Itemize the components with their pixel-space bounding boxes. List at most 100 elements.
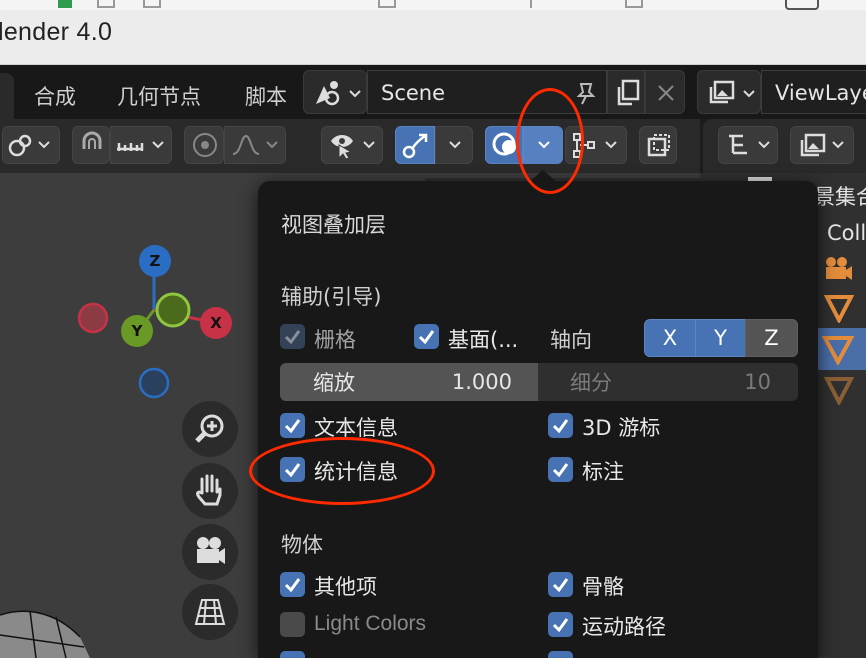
floor-label: 基面(... xyxy=(448,328,519,352)
tab-geometry-nodes[interactable]: 几何节点 xyxy=(117,81,201,111)
toolbar-icon xyxy=(530,0,548,8)
viewport-overlays-popover: 视图叠加层 辅助(引导) 栅格 基面(... 轴向 X Y Z 缩放 1.000… xyxy=(258,181,818,658)
toolbar-icon xyxy=(625,0,643,8)
bones-checkbox[interactable] xyxy=(548,572,573,597)
bones-label: 骨骼 xyxy=(582,575,624,599)
viewlayer-name-field[interactable]: ViewLaye xyxy=(761,70,866,114)
checkmark-icon xyxy=(552,578,569,593)
chevron-down-icon xyxy=(758,141,770,149)
checkmark-icon xyxy=(284,419,301,434)
3d-cursor-label: 3D 游标 xyxy=(582,416,661,440)
grid-subdivisions-value: 10 xyxy=(744,370,771,394)
outliner-display-mode-dropdown[interactable] xyxy=(718,126,778,164)
magnet-icon xyxy=(82,131,102,149)
annotation-circle-statistics xyxy=(249,437,435,505)
chevron-down-icon xyxy=(832,141,844,149)
floor-checkbox[interactable] xyxy=(414,324,439,349)
active-tab-edge xyxy=(0,73,14,119)
checkmark-icon xyxy=(552,419,569,434)
gizmo-dropdown[interactable] xyxy=(435,126,473,164)
gizmo-axis-y[interactable]: Y xyxy=(121,315,153,347)
light-object-icon[interactable] xyxy=(824,293,854,323)
perspective-toggle-button[interactable] xyxy=(182,584,238,640)
light-object-icon xyxy=(822,336,854,365)
transform-pivot-dropdown[interactable] xyxy=(2,126,60,164)
annotations-label: 标注 xyxy=(582,460,624,484)
extras-label: 其他项 xyxy=(314,575,377,599)
light-colors-label: Light Colors xyxy=(314,612,427,635)
camera-object-icon[interactable] xyxy=(822,255,856,285)
image-stack-icon xyxy=(800,133,826,157)
snap-toggle[interactable] xyxy=(72,126,110,164)
checkmark-icon xyxy=(552,618,569,633)
xray-icon xyxy=(647,134,670,157)
axis-x-toggle[interactable]: X xyxy=(644,319,696,357)
checkmark-icon xyxy=(284,578,301,593)
image-stack-icon xyxy=(709,80,735,104)
pin-icon[interactable] xyxy=(573,80,599,106)
proportional-falloff-dropdown[interactable] xyxy=(224,126,286,164)
axis-y-toggle[interactable]: Y xyxy=(695,319,746,357)
motion-paths-label: 运动路径 xyxy=(582,615,666,639)
grid-scale-field[interactable]: 缩放 1.000 xyxy=(280,363,538,401)
selected-outliner-row[interactable] xyxy=(816,328,866,370)
chevron-down-icon xyxy=(38,141,50,149)
next-row-checkbox[interactable] xyxy=(280,651,305,658)
annotations-checkbox[interactable] xyxy=(548,457,573,482)
light-object-icon[interactable] xyxy=(824,375,854,405)
xray-toggle[interactable] xyxy=(639,126,677,164)
guides-section-heading: 辅助(引导) xyxy=(281,285,382,309)
light-colors-checkbox[interactable] xyxy=(280,612,305,637)
close-icon xyxy=(658,85,674,101)
gizmo-toggle[interactable] xyxy=(395,126,435,164)
outliner-filter-dropdown[interactable] xyxy=(790,126,854,164)
chevron-down-icon xyxy=(266,141,278,149)
gizmo-axis-z[interactable]: Z xyxy=(139,245,171,277)
duplicate-scene-button[interactable] xyxy=(607,70,645,114)
3d-cursor-checkbox[interactable] xyxy=(548,413,573,438)
camera-view-button[interactable] xyxy=(182,524,238,580)
tab-scripting[interactable]: 脚本 xyxy=(245,81,287,111)
chevron-down-icon xyxy=(605,141,617,149)
pan-button[interactable] xyxy=(182,463,238,519)
tab-compositing[interactable]: 合成 xyxy=(34,81,76,111)
proportional-edit-icon xyxy=(193,133,217,157)
extras-checkbox[interactable] xyxy=(280,572,305,597)
annotation-circle-overlays-dropdown xyxy=(516,88,584,194)
delete-scene-button[interactable] xyxy=(645,70,685,114)
grid-scale-label: 缩放 xyxy=(313,371,355,395)
motion-paths-checkbox[interactable] xyxy=(548,612,573,637)
mesh-object[interactable] xyxy=(0,603,90,658)
snap-target-dropdown[interactable] xyxy=(110,126,172,164)
outliner-tree-icon xyxy=(729,134,747,155)
selectability-visibility-dropdown[interactable] xyxy=(321,126,383,164)
viewlayer-selector-dropdown[interactable] xyxy=(697,70,761,114)
eye-cursor-icon xyxy=(331,135,353,160)
pivot-icon xyxy=(8,134,32,157)
window-button[interactable] xyxy=(785,0,819,10)
grid-label: 栅格 xyxy=(314,328,356,352)
scene-selector-dropdown[interactable] xyxy=(303,70,367,114)
text-info-checkbox[interactable] xyxy=(280,413,305,438)
duplicate-icon xyxy=(617,79,640,106)
grid-checkbox[interactable] xyxy=(280,324,305,349)
workspace-tabbar: 合成 几何节点 脚本 Scene ViewLaye xyxy=(0,65,866,119)
chevron-down-icon xyxy=(152,141,164,149)
grid-subdivisions-field[interactable]: 细分 10 xyxy=(538,363,798,401)
toolbar-icon xyxy=(378,0,396,8)
titlebar-top-strip xyxy=(0,0,866,10)
next-row-checkbox[interactable] xyxy=(548,651,573,658)
zoom-button[interactable] xyxy=(182,401,238,457)
axis-z-toggle[interactable]: Z xyxy=(745,319,798,357)
checkmark-icon xyxy=(284,330,301,345)
outliner-collection[interactable]: Coll xyxy=(827,221,866,245)
outliner-scene-collection: 景集合 xyxy=(814,185,866,209)
hand-icon xyxy=(196,474,222,506)
gizmo-axis-x[interactable]: X xyxy=(200,307,232,339)
spreadsheet-icon xyxy=(58,0,72,8)
window-titlebar: lender 4.0 xyxy=(0,0,866,65)
chevron-down-icon xyxy=(349,90,361,98)
app-title: lender 4.0 xyxy=(0,18,113,46)
grid-subdivisions-label: 细分 xyxy=(570,371,612,395)
proportional-edit-toggle[interactable] xyxy=(184,126,224,164)
